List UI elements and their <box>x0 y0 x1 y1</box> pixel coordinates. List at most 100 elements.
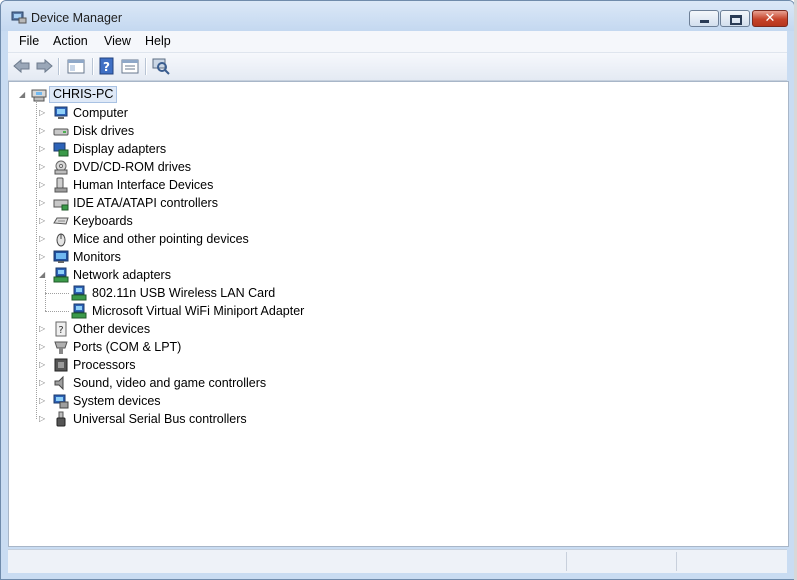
tree-item-label: System devices <box>73 394 161 408</box>
tree-item-universal-serial-bus-controllers[interactable]: ▷ Universal Serial Bus controllers <box>9 410 409 428</box>
dvd-drive-icon <box>54 160 68 175</box>
mouse-icon <box>56 233 66 247</box>
expand-arrow-icon[interactable]: ▷ <box>39 252 47 262</box>
maximize-icon <box>730 15 742 25</box>
speaker-icon <box>54 375 64 391</box>
tree-item-label: Other devices <box>73 322 151 336</box>
tree-item-display-adapters[interactable]: ▷ Display adapters <box>9 140 409 158</box>
tree-item-mice-and-other-pointing-devices[interactable]: ▷ Mice and other pointing devices <box>9 230 409 248</box>
tree-item-system-devices[interactable]: ▷ System devices <box>9 392 409 410</box>
menu-file[interactable]: File <box>19 34 39 48</box>
processor-icon <box>54 358 68 372</box>
menu-action[interactable]: Action <box>53 34 88 48</box>
tree-item-label: Universal Serial Bus controllers <box>73 412 247 426</box>
forward-icon[interactable] <box>34 57 54 75</box>
expand-arrow-icon[interactable]: ▷ <box>39 360 47 370</box>
computer-icon <box>54 106 68 119</box>
tree-item-keyboards[interactable]: ▷ Keyboards <box>9 212 409 230</box>
tree-child-item[interactable]: Microsoft Virtual WiFi Miniport Adapter <box>9 302 409 320</box>
tree-item-dvd-cd-rom-drives[interactable]: ▷ DVD/CD-ROM drives <box>9 158 409 176</box>
hid-icon <box>54 177 68 193</box>
expand-arrow-icon[interactable]: ▷ <box>39 234 47 244</box>
tree-item-disk-drives[interactable]: ▷ Disk drives <box>9 122 409 140</box>
expand-arrow-icon[interactable]: ▷ <box>39 162 47 172</box>
minimize-button[interactable] <box>689 10 719 27</box>
collapse-arrow-icon[interactable]: ◢ <box>39 270 47 280</box>
back-icon[interactable] <box>12 57 32 75</box>
svg-text:?: ? <box>103 60 110 74</box>
tree-item-label: IDE ATA/ATAPI controllers <box>73 196 218 210</box>
properties-icon[interactable] <box>120 57 140 75</box>
disk-drive-icon <box>53 128 69 136</box>
keyboard-icon <box>53 217 69 225</box>
root-computer-icon <box>31 89 47 102</box>
network-adapter-icon <box>53 267 69 283</box>
tree-item-sound-video-and-game-controllers[interactable]: ▷ Sound, video and game controllers <box>9 374 409 392</box>
status-separator <box>566 552 567 571</box>
expand-arrow-icon[interactable]: ▷ <box>39 324 47 334</box>
tree-item-label: Mice and other pointing devices <box>73 232 249 246</box>
tree-item-ide-ata-atapi-controllers[interactable]: ▷ IDE ATA/ATAPI controllers <box>9 194 409 212</box>
tree-child-item[interactable]: 802.11n USB Wireless LAN Card <box>9 284 409 302</box>
help-icon[interactable]: ? <box>97 57 117 75</box>
display-adapter-icon <box>53 142 69 157</box>
expand-arrow-icon[interactable]: ▷ <box>39 198 47 208</box>
svg-text:?: ? <box>58 325 63 336</box>
expand-arrow-icon[interactable]: ▷ <box>39 144 47 154</box>
tree-item-label: Ports (COM & LPT) <box>73 340 182 354</box>
collapse-arrow-icon[interactable]: ◢ <box>19 90 27 100</box>
title-bar[interactable]: Device Manager ✕ <box>1 1 794 31</box>
tree-item-label: Monitors <box>73 250 121 264</box>
device-tree[interactable]: ◢ CHRIS-PC ▷ Computer ▷ Disk drives ▷ Display a… <box>8 81 789 547</box>
status-separator <box>676 552 677 571</box>
tree-item-label: Computer <box>73 106 128 120</box>
tree-child-label: Microsoft Virtual WiFi Miniport Adapter <box>92 304 305 318</box>
device-manager-app-icon <box>11 11 27 24</box>
tree-item-monitors[interactable]: ▷ Monitors <box>9 248 409 266</box>
expand-arrow-icon[interactable]: ▷ <box>39 414 47 424</box>
status-bar <box>8 549 787 573</box>
tree-item-human-interface-devices[interactable]: ▷ Human Interface Devices <box>9 176 409 194</box>
tree-connector <box>36 102 37 419</box>
expand-arrow-icon[interactable]: ▷ <box>39 216 47 226</box>
close-icon: ✕ <box>764 11 776 26</box>
menu-help[interactable]: Help <box>145 34 171 48</box>
system-device-icon <box>53 394 69 409</box>
tree-item-label: Display adapters <box>73 142 167 156</box>
menu-view[interactable]: View <box>104 34 131 48</box>
menu-bar: File Action View Help <box>8 31 787 53</box>
tree-item-label: Human Interface Devices <box>73 178 214 192</box>
tree-root[interactable]: ◢ CHRIS-PC <box>9 86 309 104</box>
tree-item-processors[interactable]: ▷ Processors <box>9 356 409 374</box>
expand-arrow-icon[interactable]: ▷ <box>39 180 47 190</box>
other-devices-icon: ? <box>55 321 67 337</box>
tree-connector <box>45 311 69 312</box>
network-adapter-icon <box>71 285 87 301</box>
tree-item-ports-com-lpt[interactable]: ▷ Ports (COM & LPT) <box>9 338 409 356</box>
toolbar-separator <box>145 58 147 75</box>
expand-arrow-icon[interactable]: ▷ <box>39 396 47 406</box>
device-manager-window: Device Manager ✕ File Action View Help ? <box>0 0 795 580</box>
tree-item-label: Disk drives <box>73 124 135 138</box>
toolbar: ? <box>8 53 787 81</box>
monitor-icon <box>53 250 69 263</box>
maximize-button[interactable] <box>720 10 750 27</box>
close-button[interactable]: ✕ <box>752 10 788 27</box>
show-hide-console-tree-icon[interactable] <box>66 57 86 75</box>
toolbar-separator <box>92 58 94 75</box>
tree-child-label: 802.11n USB Wireless LAN Card <box>92 286 276 300</box>
tree-item-computer[interactable]: ▷ Computer <box>9 104 409 122</box>
expand-arrow-icon[interactable]: ▷ <box>39 126 47 136</box>
ide-controller-icon <box>53 199 69 211</box>
tree-item-label: Network adapters <box>73 268 171 282</box>
expand-arrow-icon[interactable]: ▷ <box>39 378 47 388</box>
tree-item-other-devices[interactable]: ▷? Other devices <box>9 320 409 338</box>
tree-item-network-adapters[interactable]: ◢ Network adapters <box>9 266 409 284</box>
tree-item-label: Processors <box>73 358 136 372</box>
network-adapter-icon <box>71 303 87 319</box>
expand-arrow-icon[interactable]: ▷ <box>39 108 47 118</box>
usb-icon <box>56 411 66 427</box>
scan-hardware-icon[interactable] <box>151 57 171 75</box>
expand-arrow-icon[interactable]: ▷ <box>39 342 47 352</box>
tree-connector <box>45 280 46 311</box>
